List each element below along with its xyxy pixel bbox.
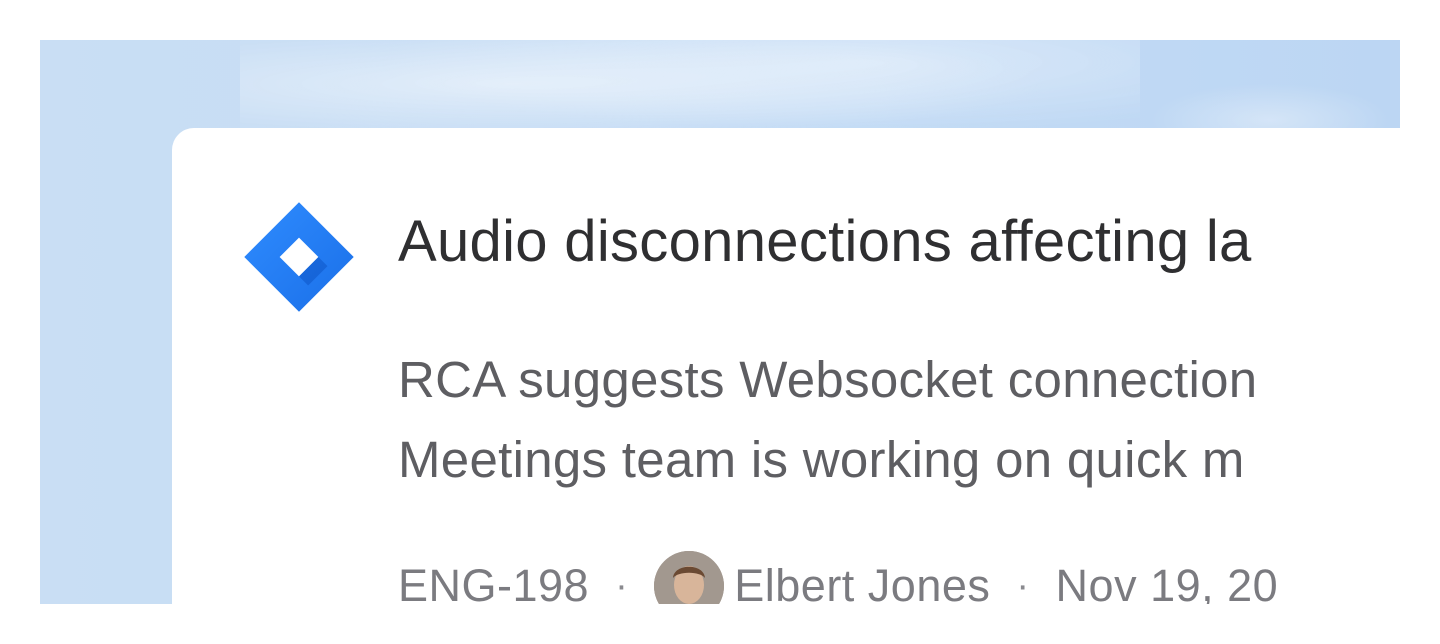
jira-icon — [242, 200, 356, 314]
description-line: RCA suggests Websocket connection — [398, 351, 1258, 408]
assignee-name[interactable]: Elbert Jones — [734, 560, 990, 604]
issue-description: RCA suggests Websocket connection Meetin… — [398, 340, 1257, 500]
issue-date: Nov 19, 20 — [1055, 560, 1279, 604]
separator: · — [615, 564, 629, 605]
issue-card[interactable]: Audio disconnections affecting la RCA su… — [172, 128, 1400, 604]
issue-title[interactable]: Audio disconnections affecting la — [398, 208, 1252, 275]
ticket-id[interactable]: ENG-198 — [398, 560, 589, 604]
avatar — [654, 551, 725, 604]
separator: · — [1016, 564, 1030, 605]
backdrop: Audio disconnections affecting la RCA su… — [40, 40, 1400, 604]
description-line: Meetings team is working on quick m — [398, 431, 1245, 488]
issue-meta: ENG-198 · Elbert Jones · Nov 19, 20 — [398, 546, 1278, 604]
